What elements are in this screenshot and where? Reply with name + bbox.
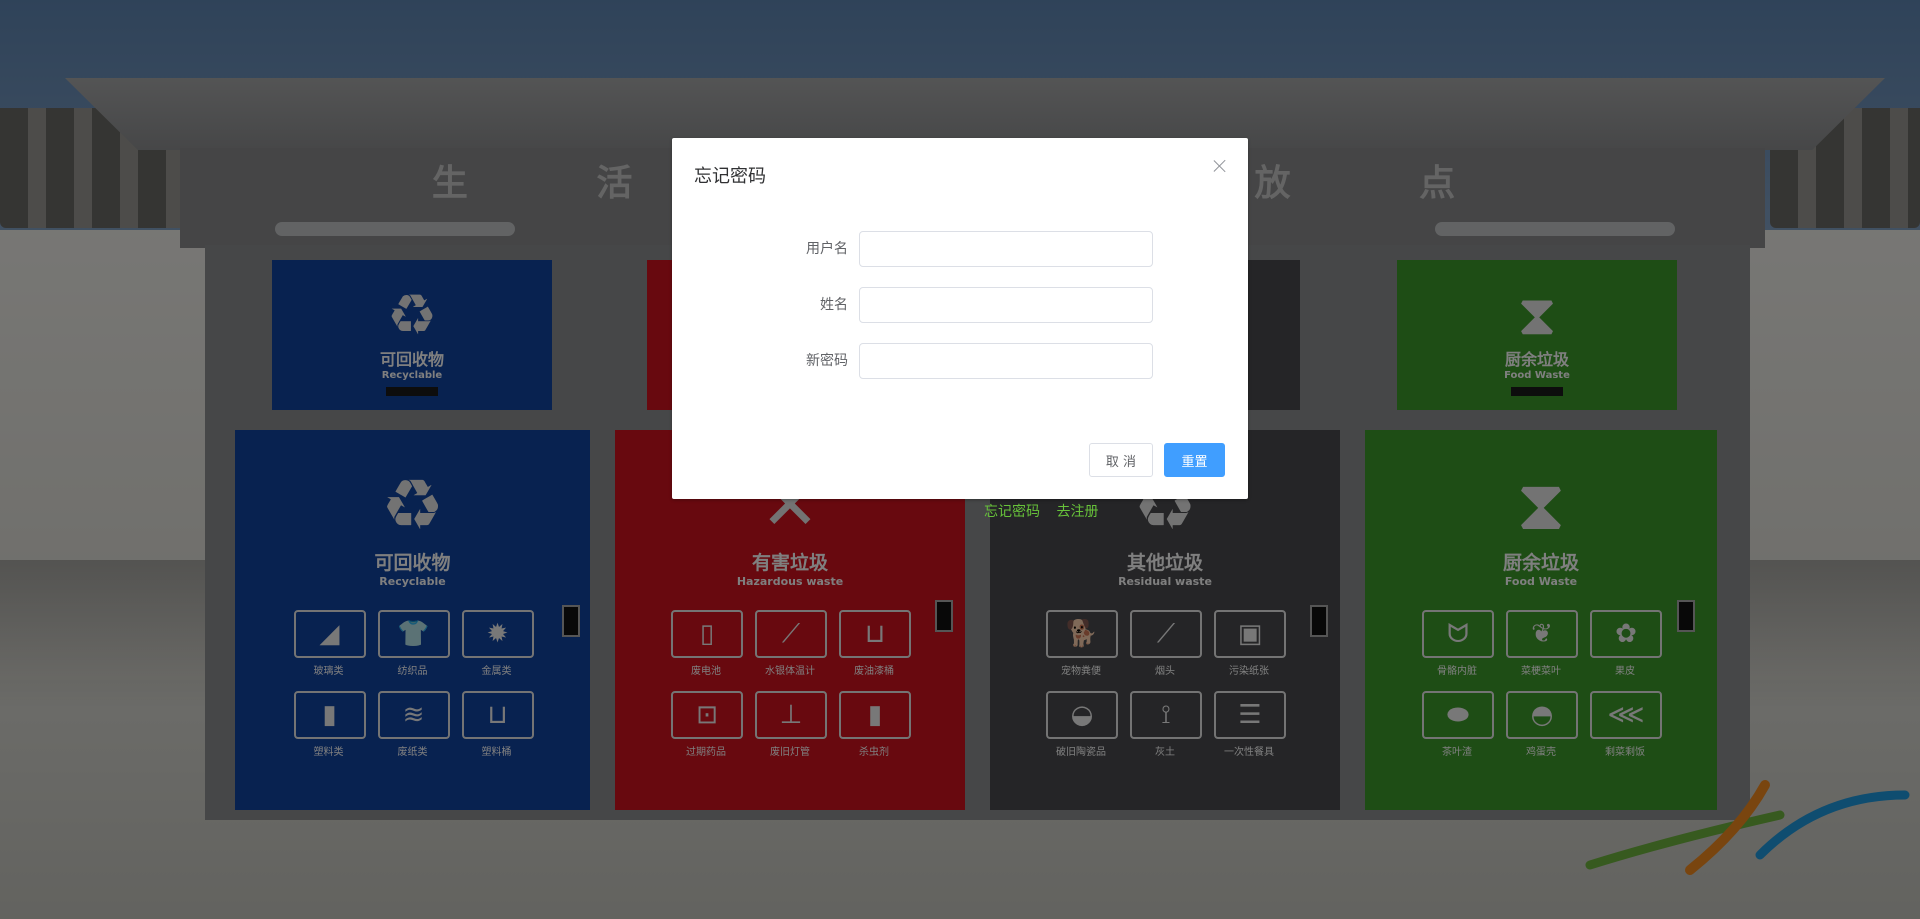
username-label: 用户名 bbox=[806, 241, 848, 257]
forgot-password-dialog: 忘记密码 用户名 姓名 新密码 取 消 重置 bbox=[672, 138, 1248, 499]
name-label: 姓名 bbox=[820, 297, 848, 313]
name-input[interactable] bbox=[859, 287, 1153, 323]
close-icon[interactable] bbox=[1212, 158, 1228, 174]
register-link[interactable]: 去注册 bbox=[1056, 504, 1098, 520]
reset-button[interactable]: 重置 bbox=[1164, 443, 1225, 477]
forgot-password-link[interactable]: 忘记密码 bbox=[984, 504, 1040, 520]
new-password-label: 新密码 bbox=[806, 353, 848, 369]
cancel-button[interactable]: 取 消 bbox=[1089, 443, 1153, 477]
username-input[interactable] bbox=[859, 231, 1153, 267]
dialog-title: 忘记密码 bbox=[694, 166, 766, 187]
form-row-username: 用户名 bbox=[672, 231, 1248, 267]
login-links: 忘记密码 去注册 bbox=[984, 501, 1110, 521]
form-row-name: 姓名 bbox=[672, 287, 1248, 323]
form-row-new-password: 新密码 bbox=[672, 343, 1248, 379]
new-password-input[interactable] bbox=[859, 343, 1153, 379]
